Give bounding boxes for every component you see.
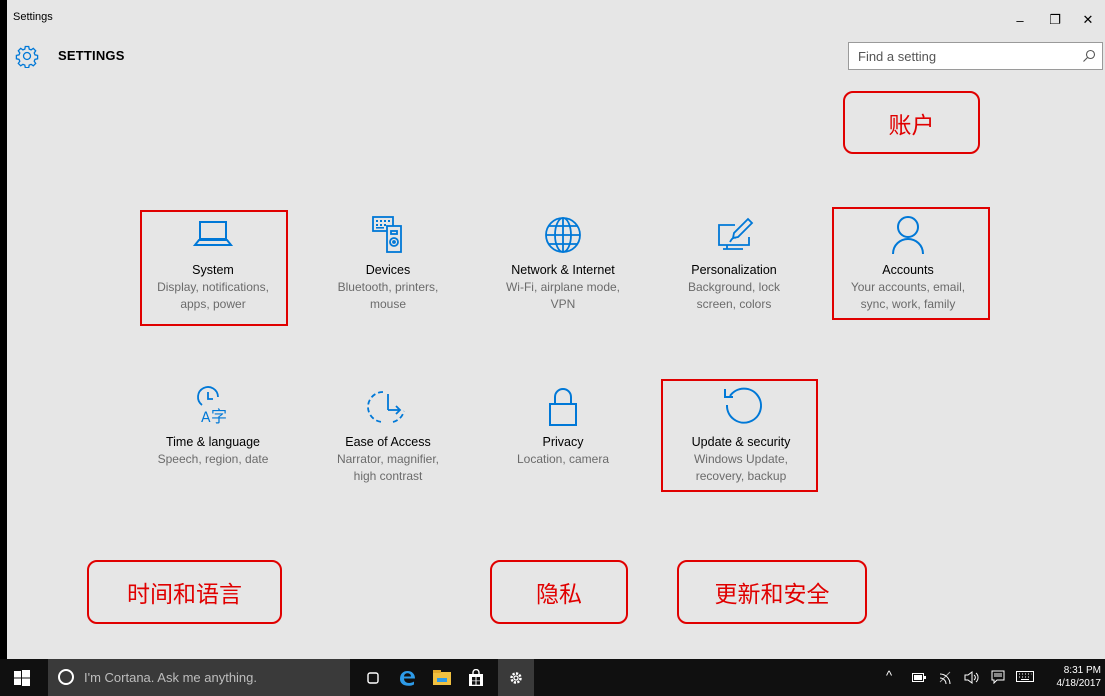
settings-taskbar-button[interactable] [498,659,534,696]
task-view-button[interactable] [362,667,384,689]
cortana-placeholder: I'm Cortana. Ask me anything. [84,670,258,685]
maximize-button[interactable]: ❐ [1040,8,1070,32]
action-center-icon[interactable] [991,670,1005,684]
tile-description: Narrator, magnifier, high contrast [336,452,440,483]
tile-label: Devices [365,263,411,277]
clock-time: 8:31 PM [1063,665,1101,676]
close-icon: ✕ [1082,12,1094,27]
tile-ease-of-access[interactable]: Ease of Access Narrator, magnifier, high… [313,384,463,485]
tile-network-internet[interactable]: Network & Internet Wi-Fi, airplane mode,… [488,212,638,313]
keyboard-icon[interactable] [1016,671,1034,682]
tile-label: Network & Internet [511,263,615,277]
tile-label: Ease of Access [345,435,431,449]
annotation-update-security: 更新和安全 [677,560,867,624]
tile-label: Personalization [691,263,777,277]
volume-icon[interactable] [964,671,980,684]
file-explorer-button[interactable] [431,667,453,689]
globe-icon [545,217,581,253]
store-button[interactable] [465,667,487,689]
annotation-accounts: 账户 [843,91,980,154]
highlight-accounts [832,207,990,320]
wifi-icon[interactable] [938,670,952,684]
page-title: SETTINGS [58,48,125,63]
time-language-icon: A 字 [197,386,227,426]
search-input[interactable] [849,43,1077,69]
gear-icon [15,45,39,68]
tile-description: Bluetooth, printers, mouse [337,280,439,311]
lock-icon [549,388,577,426]
battery-icon[interactable] [912,673,926,682]
edge-button[interactable] [396,667,418,689]
svg-text:字: 字 [211,407,227,426]
store-icon [469,669,483,686]
svg-text:A: A [201,410,211,426]
cortana-search-box[interactable]: I'm Cortana. Ask me anything. [48,659,350,696]
tile-time-language[interactable]: A 字 Time & language Speech, region, date [138,384,288,468]
folder-icon [433,670,451,685]
tile-description: Wi-Fi, airplane mode, VPN [505,280,621,311]
tile-privacy[interactable]: Privacy Location, camera [488,384,638,468]
edge-icon [400,671,415,686]
tile-personalization[interactable]: Personalization Background, lock screen,… [659,212,809,313]
tile-description: Background, lock screen, colors [687,280,781,311]
clock-date: 4/18/2017 [1056,678,1102,689]
settings-window: Settings – ❐ ✕ SETTINGS System [7,0,1105,659]
task-view-icon [367,672,379,684]
personalization-icon [718,217,754,250]
highlight-update-security [661,379,818,492]
devices-icon [372,216,402,253]
search-box[interactable] [848,42,1103,70]
restore-icon: ❐ [1049,12,1061,27]
taskbar-clock[interactable]: 8:31 PM 4/18/2017 [1046,664,1102,690]
title-bar: Settings – ❐ ✕ [7,0,1105,36]
taskbar: I'm Cortana. Ask me anything. ^ 8:31 PM … [0,659,1105,696]
tile-devices[interactable]: Devices Bluetooth, printers, mouse [313,212,463,313]
annotation-privacy: 隐私 [490,560,628,624]
close-button[interactable]: ✕ [1073,8,1103,32]
minimize-button[interactable]: – [1005,8,1035,32]
windows-start-icon[interactable] [14,670,30,686]
annotation-time-language: 时间和语言 [87,560,282,624]
highlight-system [140,210,288,326]
cortana-icon [58,669,74,685]
settings-header: SETTINGS [7,38,1105,74]
search-icon[interactable] [1082,49,1096,63]
minimize-icon: – [1016,12,1024,28]
tile-description: Speech, region, date [157,452,269,466]
chevron-up-icon[interactable]: ^ [886,668,892,683]
tile-label: Time & language [165,435,261,449]
tile-description: Location, camera [516,452,610,466]
gear-icon [510,671,522,684]
ease-of-access-icon [367,391,405,423]
window-title: Settings [13,11,53,23]
tile-label: Privacy [542,435,584,449]
